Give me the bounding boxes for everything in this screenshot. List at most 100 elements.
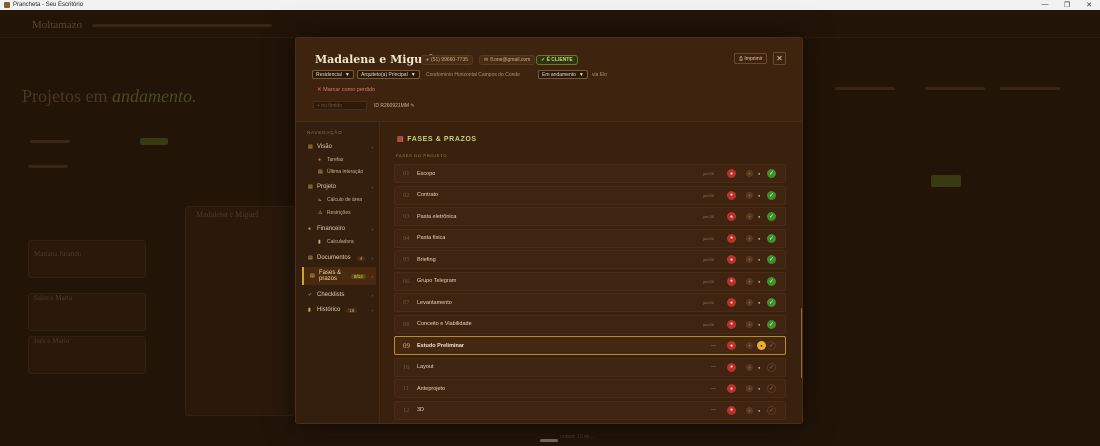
move-phase-button[interactable]: + bbox=[746, 191, 753, 199]
phase-row[interactable]: 04 Pasta física jun/26 ● + ● ✓ bbox=[394, 228, 786, 248]
background-filter bbox=[30, 140, 70, 143]
remove-phase-button[interactable]: ● bbox=[727, 276, 736, 286]
phase-row[interactable]: 01 Escopo jun/26 ● + ● ✓ bbox=[394, 164, 786, 183]
check-icon[interactable]: ✓ bbox=[767, 341, 776, 350]
remove-phase-button[interactable]: ● bbox=[727, 169, 736, 178]
sidebar-item-label: Fases & prazos bbox=[319, 270, 342, 282]
sidebar-item-projeto[interactable]: ▤ Projeto › bbox=[302, 182, 376, 192]
phase-menu-icon[interactable]: ● bbox=[758, 322, 760, 327]
sidebar-item-financeiro[interactable]: ● Financeiro › bbox=[302, 224, 376, 234]
check-icon[interactable]: ✓ bbox=[767, 276, 776, 286]
remove-phase-button[interactable]: ● bbox=[727, 405, 736, 415]
check-icon[interactable]: ✓ bbox=[767, 255, 776, 264]
phase-row[interactable]: 02 Contrato jun/26 ● + ● ✓ bbox=[394, 185, 786, 205]
check-icon[interactable]: ✓ bbox=[767, 169, 776, 178]
move-phase-button[interactable]: + bbox=[746, 363, 753, 371]
sidebar-item-label: Checklists bbox=[317, 292, 345, 298]
check-icon[interactable]: ✓ bbox=[767, 319, 776, 329]
project-id[interactable]: ID R260921MM ✎ bbox=[372, 101, 417, 110]
phase-row[interactable]: 07 Levantamento jun/26 ● + ● ✓ bbox=[394, 293, 786, 312]
move-phase-button[interactable]: + bbox=[746, 234, 753, 242]
phase-menu-icon[interactable]: ● bbox=[758, 300, 760, 305]
check-icon[interactable]: ✓ bbox=[767, 190, 776, 200]
sidebar-item-visao[interactable]: ▤ Visão › bbox=[302, 142, 376, 152]
phase-menu-icon[interactable]: ● bbox=[758, 386, 760, 391]
warning-icon: ⚠ bbox=[318, 210, 323, 216]
sidebar-item-tarefas[interactable]: ● Tarefas bbox=[302, 155, 376, 165]
remove-phase-button[interactable]: ● bbox=[727, 298, 736, 307]
move-phase-button[interactable]: + bbox=[746, 320, 753, 328]
close-window-button[interactable]: ✕ bbox=[1078, 1, 1100, 9]
phone-chip[interactable]: ● (51) 99660-7735 bbox=[421, 55, 474, 65]
check-icon[interactable]: ✓ bbox=[767, 405, 776, 415]
minimize-button[interactable]: — bbox=[1034, 1, 1056, 9]
print-button[interactable]: ⎙ Imprimir bbox=[734, 53, 768, 64]
check-icon[interactable]: ✓ bbox=[767, 233, 776, 243]
phase-row[interactable]: 08 Conceito e Viabilidade jun/26 ● + ● ✓ bbox=[394, 314, 786, 334]
remove-phase-button[interactable]: ● bbox=[727, 212, 736, 221]
sidebar-item-restricoes[interactable]: ⚠ Restrições bbox=[302, 208, 376, 218]
move-phase-button[interactable]: + bbox=[746, 256, 753, 263]
phase-menu-icon[interactable]: ● bbox=[758, 279, 760, 284]
remove-phase-button[interactable]: ● bbox=[727, 362, 736, 372]
mark-lost-link[interactable]: ✕ Marcar como perdido bbox=[317, 87, 375, 93]
project-type-select[interactable]: Residencial ▼ bbox=[312, 70, 354, 79]
email-chip[interactable]: ✉ fl.one@gmail.com bbox=[479, 55, 536, 65]
phase-date: — bbox=[711, 407, 716, 413]
phase-row[interactable]: 09 Estudo Preliminar — ● + ● ✓ bbox=[394, 336, 786, 355]
status-select[interactable]: Em andamento ▼ bbox=[538, 70, 588, 79]
remove-phase-button[interactable]: ● bbox=[727, 233, 736, 243]
background-stat bbox=[1000, 87, 1060, 90]
move-phase-button[interactable]: + bbox=[746, 277, 753, 285]
sidebar-item-calculo-area[interactable]: ⊾ Cálculo de área bbox=[302, 195, 376, 205]
remove-phase-button[interactable]: ● bbox=[727, 384, 736, 393]
status-value: Em andamento bbox=[542, 71, 576, 78]
phase-row[interactable]: 10 Layout — ● + ● ✓ bbox=[394, 357, 786, 377]
phase-row[interactable]: 03 Pasta eletrônica jun/26 ● + ● ✓ bbox=[394, 207, 786, 226]
phase-name: Escopo bbox=[417, 170, 436, 177]
remove-phase-button[interactable]: ● bbox=[727, 319, 736, 329]
phase-menu-icon[interactable]: ● bbox=[758, 193, 760, 198]
move-phase-button[interactable]: + bbox=[746, 406, 753, 414]
phase-row[interactable]: 12 3D — ● + ● ✓ bbox=[394, 400, 786, 420]
modal-scrollbar[interactable] bbox=[801, 308, 802, 378]
sidebar-item-calculadora[interactable]: ▮ Calculadora bbox=[302, 237, 376, 247]
phase-row[interactable]: 05 Briefing jun/26 ● + ● ✓ bbox=[394, 250, 786, 269]
phase-menu-icon[interactable]: ● bbox=[758, 408, 760, 413]
sidebar-item-documentos[interactable]: ▤ Documentos 4 › bbox=[302, 253, 376, 263]
phase-menu-icon[interactable]: ● bbox=[758, 214, 760, 219]
check-icon[interactable]: ✓ bbox=[767, 212, 776, 221]
sidebar-item-checklists[interactable]: ✔ Checklists › bbox=[302, 290, 376, 300]
phase-menu-icon[interactable]: ● bbox=[758, 236, 760, 241]
sidebar-item-historico[interactable]: ▮ Histórico 16 › bbox=[302, 305, 376, 315]
sidebar-heading: NAVEGAÇÃO bbox=[307, 130, 343, 135]
move-phase-button[interactable]: + bbox=[746, 213, 753, 220]
maximize-button[interactable]: ❐ bbox=[1056, 1, 1078, 9]
check-icon[interactable]: ✓ bbox=[767, 384, 776, 393]
history-icon: ▮ bbox=[308, 307, 311, 313]
remove-phase-button[interactable]: ● bbox=[727, 190, 736, 200]
close-modal-button[interactable]: ✕ bbox=[773, 52, 786, 65]
remove-phase-button[interactable]: ● bbox=[727, 341, 736, 350]
sidebar-item-fases-prazos[interactable]: ▤ Fases & prazos 8/14 › bbox=[302, 267, 376, 285]
phase-menu-icon[interactable]: ● bbox=[758, 171, 760, 176]
move-phase-button[interactable]: + bbox=[746, 299, 753, 306]
move-phase-button[interactable]: + bbox=[746, 385, 753, 392]
phase-menu-icon[interactable]: ● bbox=[758, 365, 760, 370]
check-icon[interactable]: ✓ bbox=[767, 298, 776, 307]
phase-row[interactable]: 11 Anteprojeto — ● + ● ✓ bbox=[394, 379, 786, 398]
current-phase-indicator[interactable]: ● bbox=[757, 341, 766, 350]
remove-phase-button[interactable]: ● bbox=[727, 255, 736, 264]
move-phase-button[interactable]: + bbox=[746, 342, 753, 349]
client-badge[interactable]: ✓ É CLIENTE bbox=[536, 55, 578, 65]
background-stat bbox=[925, 87, 985, 90]
phase-menu-icon[interactable]: ● bbox=[758, 257, 760, 262]
tag-input[interactable]: + ou tímido bbox=[313, 101, 367, 110]
move-phase-button[interactable]: + bbox=[746, 170, 753, 177]
sidebar-item-ultima-interacao[interactable]: ▤ Última interação bbox=[302, 167, 376, 177]
background-stat bbox=[835, 87, 895, 90]
architect-select[interactable]: Arquiteto(a) Principal ▼ bbox=[357, 70, 420, 79]
check-icon[interactable]: ✓ bbox=[767, 362, 776, 372]
phase-row[interactable]: 06 Grupo Telegram jun/26 ● + ● ✓ bbox=[394, 271, 786, 291]
money-icon: ● bbox=[308, 226, 312, 232]
